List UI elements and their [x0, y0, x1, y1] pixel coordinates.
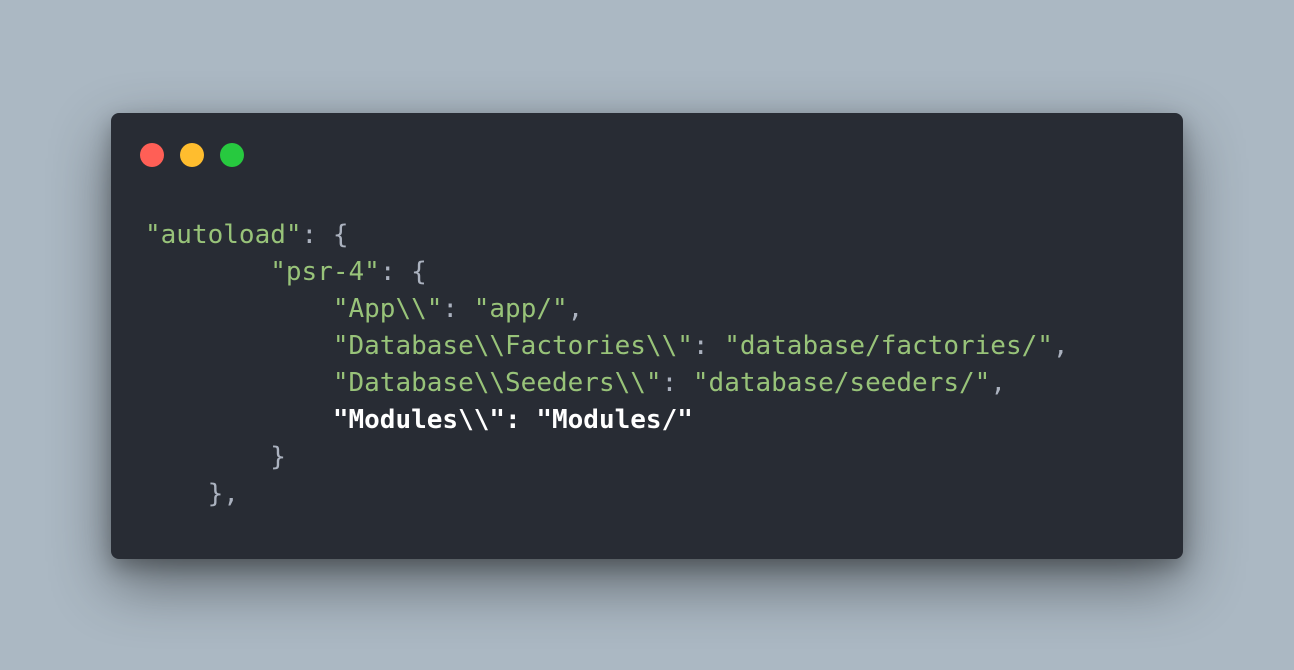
json-separator: : — [692, 331, 725, 361]
window-controls — [140, 143, 244, 167]
code-line-5: "Database\\Seeders\\": "database/seeders… — [145, 365, 1069, 402]
json-separator: : — [442, 294, 474, 324]
json-comma: , — [567, 294, 584, 324]
json-key: "Modules\\" — [332, 405, 506, 435]
code-line-7: } — [145, 439, 1069, 476]
json-value: "app/" — [473, 294, 568, 324]
code-line-4: "Database\\Factories\\": "database/facto… — [145, 328, 1069, 365]
json-separator: : — [661, 368, 693, 398]
json-key: "Database\\Seeders\\" — [332, 368, 662, 398]
code-line-1: "autoload": { — [145, 217, 1069, 254]
code-line-2: "psr-4": { — [145, 254, 1069, 291]
code-block: "autoload": { "psr-4": { "App\\": "app/"… — [145, 217, 1069, 513]
code-line-6-highlighted: "Modules\\": "Modules/" — [145, 402, 1069, 439]
json-value: "database/seeders/" — [692, 368, 991, 398]
json-comma: , — [1052, 331, 1069, 361]
json-value: "database/factories/" — [724, 331, 1053, 361]
json-key: "Database\\Factories\\" — [332, 331, 693, 361]
close-button[interactable] — [140, 143, 164, 167]
code-line-8: }, — [145, 476, 1069, 513]
minimize-button[interactable] — [180, 143, 204, 167]
json-brace: } — [270, 442, 286, 472]
code-line-3: "App\\": "app/", — [145, 291, 1069, 328]
json-key: "App\\" — [332, 294, 443, 324]
code-window: "autoload": { "psr-4": { "App\\": "app/"… — [111, 113, 1183, 559]
json-punctuation: : { — [379, 257, 427, 287]
json-punctuation: : { — [301, 220, 349, 250]
json-value: "Modules/" — [536, 405, 693, 435]
json-key: "autoload" — [145, 220, 302, 250]
json-separator: : — [505, 405, 537, 435]
maximize-button[interactable] — [220, 143, 244, 167]
json-comma: , — [990, 368, 1006, 398]
json-key: "psr-4" — [270, 257, 380, 287]
json-brace: }, — [207, 479, 239, 509]
